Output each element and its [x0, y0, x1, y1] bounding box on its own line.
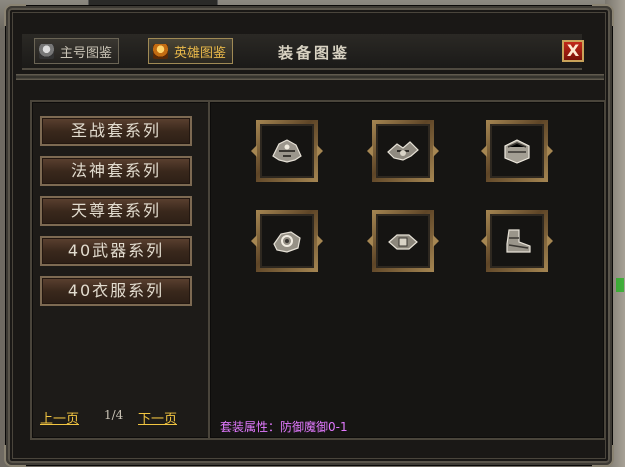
equipment-slot[interactable] — [367, 120, 439, 182]
frame-corner — [592, 4, 614, 26]
equipment-slot[interactable] — [481, 210, 553, 272]
belt-icon — [376, 214, 430, 268]
equipment-codex-window: 主号图鉴 英雄图鉴 装备图鉴 X 圣战套系列 法神套系列 天尊套系列 40武器系… — [4, 4, 614, 467]
tab-hero[interactable]: 英雄图鉴 — [148, 38, 234, 64]
ring-icon — [260, 214, 314, 268]
frame-arrow — [317, 145, 323, 157]
frame-arrow — [547, 235, 553, 247]
series-label: 40武器系列 — [67, 241, 165, 260]
helmet-icon — [260, 124, 314, 178]
frame-arrow — [367, 235, 373, 247]
equipment-grid-panel: 套装属性：防御魔御0-1 — [208, 100, 606, 440]
prev-page-link[interactable]: 上一页 — [40, 408, 79, 427]
series-label: 法神套系列 — [70, 161, 161, 180]
frame-arrow — [481, 235, 487, 247]
series-panel: 圣战套系列 法神套系列 天尊套系列 40武器系列 40衣服系列 上一页 1/4 … — [30, 100, 212, 440]
window-title: 装备图鉴 — [278, 44, 351, 62]
frame-arrow — [481, 145, 487, 157]
series-button-armor-40[interactable]: 40衣服系列 — [40, 276, 192, 306]
scene-marker — [616, 278, 624, 292]
frame-arrow — [547, 145, 553, 157]
series-button-heavenly[interactable]: 天尊套系列 — [40, 196, 192, 226]
tab-label: 主号图鉴 — [60, 45, 113, 61]
frame-corner — [4, 4, 26, 26]
title-bar: 主号图鉴 英雄图鉴 装备图鉴 X — [22, 34, 584, 70]
series-button-mage-god[interactable]: 法神套系列 — [40, 156, 192, 186]
frame-arrow — [251, 235, 257, 247]
pager: 上一页 1/4 下一页 — [40, 408, 200, 428]
equipment-slot[interactable] — [367, 210, 439, 272]
main-character-icon — [39, 43, 54, 59]
series-label: 天尊套系列 — [70, 201, 161, 220]
close-icon: X — [566, 41, 580, 60]
frame-arrow — [251, 145, 257, 157]
frame-arrow — [367, 145, 373, 157]
series-label: 40衣服系列 — [67, 281, 165, 300]
necklace-icon — [376, 124, 430, 178]
series-label: 圣战套系列 — [70, 121, 161, 140]
close-button[interactable]: X — [562, 40, 584, 62]
equipment-slot[interactable] — [251, 210, 323, 272]
frame-arrow — [433, 145, 439, 157]
bracelet-icon — [490, 124, 544, 178]
equipment-slot[interactable] — [481, 120, 553, 182]
equipment-slot[interactable] — [251, 120, 323, 182]
boots-icon — [490, 214, 544, 268]
frame-corner — [592, 445, 614, 467]
series-button-weapon-40[interactable]: 40武器系列 — [40, 236, 192, 266]
frame-arrow — [433, 235, 439, 247]
hero-icon — [153, 43, 168, 59]
frame-corner — [4, 445, 26, 467]
series-button-holy-war[interactable]: 圣战套系列 — [40, 116, 192, 146]
tab-main-character[interactable]: 主号图鉴 — [34, 38, 120, 64]
set-attribute-text: 套装属性：防御魔御0-1 — [220, 420, 348, 434]
frame-arrow — [317, 235, 323, 247]
next-page-link[interactable]: 下一页 — [138, 408, 177, 427]
tab-label: 英雄图鉴 — [174, 45, 227, 61]
page-indicator: 1/4 — [104, 408, 124, 422]
divider — [16, 74, 604, 80]
